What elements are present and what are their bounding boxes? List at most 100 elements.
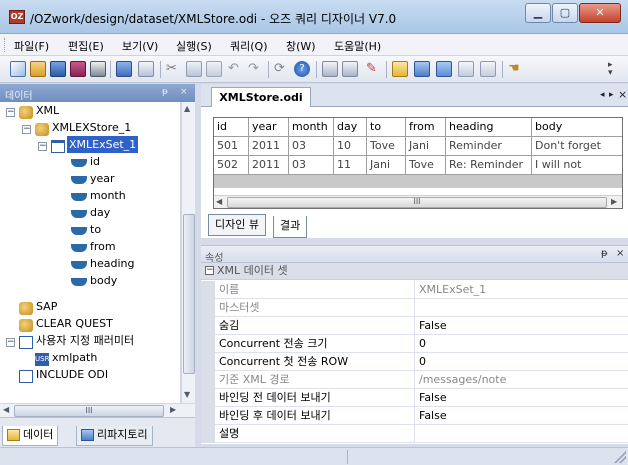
menu-file[interactable]: 파일(F) — [14, 38, 49, 54]
print-icon[interactable] — [90, 61, 106, 77]
scroll-right-icon[interactable]: ▶ — [170, 405, 176, 414]
hand-icon[interactable]: ☚ — [508, 61, 524, 77]
scroll-thumb[interactable]: III — [227, 197, 607, 208]
view4-icon[interactable] — [458, 61, 474, 77]
copy-icon[interactable] — [186, 61, 202, 77]
property-row[interactable]: 기준 XML 경로 /messages/note — [201, 371, 628, 389]
table-cell[interactable]: 501 — [214, 137, 249, 156]
tree-field-year[interactable]: year — [90, 170, 115, 187]
property-row[interactable]: 바인딩 후 데이터 보내기 False — [201, 407, 628, 425]
column-header-to[interactable]: to — [367, 118, 406, 137]
new-icon[interactable] — [10, 61, 26, 77]
report2-icon[interactable] — [342, 61, 358, 77]
redo-icon[interactable]: ↷ — [248, 61, 264, 77]
property-value[interactable] — [419, 425, 628, 443]
property-row[interactable]: 바인딩 전 데이터 보내기 False — [201, 389, 628, 407]
undo-icon[interactable]: ↶ — [228, 61, 244, 77]
tab-design-view[interactable]: 디자인 뷰 — [208, 214, 266, 236]
tree-field-body[interactable]: body — [90, 272, 117, 289]
tree-horizontal-scrollbar[interactable]: ◀ III ▶ — [0, 403, 195, 417]
save-icon[interactable] — [50, 61, 66, 77]
table-row[interactable]: 502 2011 03 11 Jani Tove Re: Reminder I … — [214, 156, 622, 175]
column-header-heading[interactable]: heading — [446, 118, 532, 137]
property-value[interactable]: 0 — [419, 353, 628, 371]
property-value[interactable]: XMLExSet_1 — [419, 281, 628, 299]
close-icon[interactable]: × — [180, 87, 188, 97]
scroll-left-icon[interactable]: ◀ — [216, 197, 222, 206]
table-cell[interactable]: 502 — [214, 156, 249, 175]
copy-db-icon[interactable] — [116, 61, 132, 77]
open-icon[interactable] — [30, 61, 46, 77]
close-button[interactable]: ✕ — [579, 3, 621, 23]
tab-result[interactable]: 결과 — [273, 216, 308, 238]
property-row[interactable]: 이름 XMLExSet_1 — [201, 281, 628, 299]
table-cell[interactable]: 11 — [334, 156, 367, 175]
toolbar-overflow-icon[interactable]: ▸ ▾ — [608, 61, 618, 78]
tab-repository[interactable]: 리파지토리 — [76, 426, 153, 446]
link-icon[interactable]: ✎ — [366, 61, 382, 77]
db-icon[interactable] — [138, 61, 154, 77]
view2-icon[interactable] — [414, 61, 430, 77]
tree-field-month[interactable]: month — [90, 187, 126, 204]
menu-view[interactable]: 보기(V) — [122, 38, 158, 54]
tree-node-include-odi[interactable]: INCLUDE ODI — [36, 366, 108, 383]
menu-run[interactable]: 실행(S) — [176, 38, 212, 54]
column-header-body[interactable]: body — [532, 118, 622, 137]
table-cell[interactable]: 03 — [289, 137, 334, 156]
resize-grip-icon[interactable] — [614, 451, 626, 463]
minimize-button[interactable]: ▁ — [525, 3, 551, 23]
property-category[interactable]: − XML 데이터 셋 — [201, 263, 628, 280]
cut-icon[interactable]: ✂ — [166, 61, 182, 77]
property-value[interactable]: False — [419, 407, 628, 425]
view5-icon[interactable] — [480, 61, 496, 77]
tree-vertical-scrollbar[interactable]: ▲ ▼ — [181, 102, 195, 403]
tab-data[interactable]: 데이터 — [2, 426, 59, 446]
tree-node-set[interactable]: XMLExSet_1 — [67, 136, 139, 153]
close-icon[interactable]: × — [616, 248, 624, 259]
tab-prev-icon[interactable]: ◂ — [600, 90, 605, 100]
view1-icon[interactable] — [392, 61, 408, 77]
table-cell[interactable]: 03 — [289, 156, 334, 175]
maximize-button[interactable]: ▢ — [552, 3, 578, 23]
table-cell[interactable]: Re: Reminder — [446, 156, 532, 175]
pin-icon[interactable]: ᵽ — [601, 248, 608, 259]
property-value[interactable] — [419, 299, 628, 317]
column-header-month[interactable]: month — [289, 118, 334, 137]
paste-icon[interactable] — [206, 61, 222, 77]
column-header-year[interactable]: year — [249, 118, 289, 137]
help-icon[interactable]: ? — [294, 61, 310, 77]
tree-node-xmlpath[interactable]: xmlpath — [52, 349, 97, 366]
tree-field-day[interactable]: day — [90, 204, 110, 221]
scroll-thumb[interactable]: III — [14, 405, 164, 417]
scroll-down-icon[interactable]: ▼ — [184, 390, 190, 399]
collapse-icon[interactable]: − — [6, 338, 15, 347]
collapse-icon[interactable]: − — [38, 142, 47, 151]
table-cell[interactable]: Jani — [406, 137, 446, 156]
table-cell[interactable]: Tove — [406, 156, 446, 175]
property-value[interactable]: 0 — [419, 335, 628, 353]
column-header-day[interactable]: day — [334, 118, 367, 137]
property-value[interactable]: False — [419, 317, 628, 335]
scroll-thumb[interactable] — [183, 214, 195, 374]
table-cell[interactable]: 10 — [334, 137, 367, 156]
tree-node-store[interactable]: XMLEXStore_1 — [52, 119, 131, 136]
tree-field-heading[interactable]: heading — [90, 255, 134, 272]
table-cell[interactable]: I will not — [532, 156, 622, 175]
menu-grip[interactable] — [4, 38, 7, 52]
table-cell[interactable]: Reminder — [446, 137, 532, 156]
tab-xmlstore-odi[interactable]: XMLStore.odi — [211, 87, 311, 108]
report-icon[interactable] — [322, 61, 338, 77]
column-header-id[interactable]: id — [214, 118, 249, 137]
pin-icon[interactable]: ᵽ — [162, 87, 168, 97]
tree-node-xml[interactable]: XML — [36, 102, 59, 119]
menu-edit[interactable]: 편집(E) — [68, 38, 104, 54]
refresh-icon[interactable]: ⟳ — [274, 61, 290, 77]
scroll-right-icon[interactable]: ▶ — [611, 197, 617, 206]
save-all-icon[interactable] — [70, 61, 86, 77]
table-cell[interactable]: 2011 — [249, 156, 289, 175]
property-row[interactable]: 마스터셋 — [201, 299, 628, 317]
table-row[interactable]: 501 2011 03 10 Tove Jani Reminder Don't … — [214, 137, 622, 156]
property-row[interactable]: 설명 — [201, 425, 628, 443]
table-cell[interactable]: Don't forget — [532, 137, 622, 156]
collapse-icon[interactable]: − — [22, 125, 31, 134]
